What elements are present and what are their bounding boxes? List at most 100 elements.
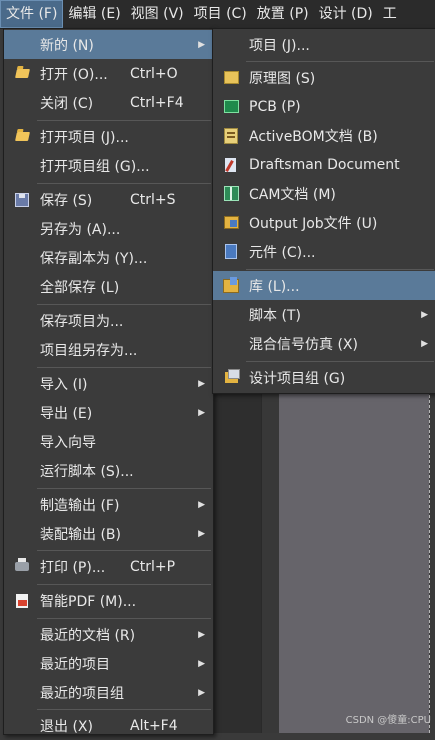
submenu-arrow-icon: ▶ <box>421 309 428 320</box>
submenu-arrow-icon: ▶ <box>198 499 205 510</box>
shortcut-label: Ctrl+O <box>130 65 178 82</box>
menu-design[interactable]: 设计 (D) <box>314 0 378 28</box>
design-project-group-icon <box>224 369 240 383</box>
menu-item-export[interactable]: 导出 (E) ▶ <box>4 398 213 427</box>
open-project-icon <box>14 132 30 141</box>
watermark: CSDN @傻童:CPU <box>345 715 431 726</box>
menu-item-new-design-project-group[interactable]: 设计项目组 (G) <box>213 363 435 392</box>
menu-separator <box>246 269 434 270</box>
menu-separator <box>37 550 211 551</box>
menu-separator <box>246 361 434 362</box>
menu-file[interactable]: 文件 (F) <box>0 0 64 28</box>
menu-item-label: 打印 (P)... <box>40 559 106 576</box>
menu-item-smart-pdf[interactable]: 智能PDF (M)... <box>4 586 213 615</box>
menu-item-label: Output Job文件 (U) <box>249 215 378 232</box>
menu-item-new-library[interactable]: 库 (L)... <box>213 271 435 300</box>
menu-item-label: 打开项目 (J)... <box>40 129 129 146</box>
menu-item-label: ActiveBOM文档 (B) <box>249 128 378 145</box>
menu-separator <box>37 304 211 305</box>
menu-item-label: 最近的文档 (R) <box>40 627 136 644</box>
menu-item-label: 脚本 (T) <box>249 307 301 324</box>
menu-item-label: 运行脚本 (S)... <box>40 463 134 480</box>
menu-item-new-script[interactable]: 脚本 (T) ▶ <box>213 300 435 329</box>
file-menu: 新的 (N) ▶ 打开 (O)... Ctrl+O 关闭 (C) Ctrl+F4… <box>3 28 214 735</box>
output-job-icon <box>223 216 239 229</box>
menu-item-label: 导出 (E) <box>40 405 93 422</box>
library-icon <box>223 276 239 293</box>
save-icon <box>15 192 29 207</box>
menu-item-label: 智能PDF (M)... <box>40 593 137 610</box>
menu-item-save-copy-as[interactable]: 保存副本为 (Y)... <box>4 243 213 272</box>
menu-item-label: 项目 (J)... <box>249 37 310 54</box>
menu-item-label: CAM文档 (M) <box>249 186 336 203</box>
menu-separator <box>246 61 434 62</box>
menu-item-label: 设计项目组 (G) <box>249 370 346 387</box>
menu-item-label: 保存副本为 (Y)... <box>40 250 148 267</box>
menu-item-run-script[interactable]: 运行脚本 (S)... <box>4 456 213 485</box>
menu-item-open-project-group[interactable]: 打开项目组 (G)... <box>4 151 213 180</box>
new-submenu: 项目 (J)... 原理图 (S) PCB (P) ActiveBOM文档 (B… <box>212 28 435 394</box>
menu-item-new-component[interactable]: 元件 (C)... <box>213 237 435 266</box>
menu-item-label: 关闭 (C) <box>40 95 94 112</box>
menu-item-new-schematic[interactable]: 原理图 (S) <box>213 63 435 92</box>
component-icon <box>225 244 237 259</box>
menu-view[interactable]: 视图 (V) <box>126 0 189 28</box>
menu-item-exit[interactable]: 退出 (X) Alt+F4 <box>4 711 213 740</box>
design-canvas[interactable] <box>279 390 429 733</box>
menu-item-label: PCB (P) <box>249 98 301 115</box>
shortcut-label: Ctrl+S <box>130 191 176 208</box>
submenu-arrow-icon: ▶ <box>198 407 205 418</box>
menu-item-new-activebom[interactable]: ActiveBOM文档 (B) <box>213 121 435 150</box>
menu-item-new-output-job[interactable]: Output Job文件 (U) <box>213 208 435 237</box>
menu-place[interactable]: 放置 (P) <box>252 0 314 28</box>
menu-separator <box>37 120 211 121</box>
menu-item-label: 保存项目为... <box>40 313 124 330</box>
menu-item-new-mixed-sim[interactable]: 混合信号仿真 (X) ▶ <box>213 329 435 358</box>
menu-separator <box>37 367 211 368</box>
menu-tools[interactable]: 工 <box>378 0 402 28</box>
menu-item-label: 导入向导 <box>40 434 96 451</box>
menu-item-fabrication-outputs[interactable]: 制造输出 (F) ▶ <box>4 490 213 519</box>
panel-strip <box>213 390 261 733</box>
menu-item-label: 全部保存 (L) <box>40 279 120 296</box>
menu-separator <box>37 709 211 710</box>
menu-item-import[interactable]: 导入 (I) ▶ <box>4 369 213 398</box>
activebom-icon <box>224 127 238 144</box>
menu-item-new-pcb[interactable]: PCB (P) <box>213 92 435 121</box>
menu-item-label: 最近的项目 <box>40 656 110 673</box>
menu-item-label: 保存 (S) <box>40 192 93 209</box>
menu-item-open-project[interactable]: 打开项目 (J)... <box>4 122 213 151</box>
menu-project[interactable]: 项目 (C) <box>189 0 252 28</box>
menu-item-recent-project-groups[interactable]: 最近的项目组 ▶ <box>4 678 213 707</box>
pcb-icon <box>223 100 239 113</box>
menu-edit[interactable]: 编辑 (E) <box>63 0 125 28</box>
menu-item-label: 装配输出 (B) <box>40 526 121 543</box>
menu-item-label: 打开项目组 (G)... <box>40 158 150 175</box>
menu-item-label: 打开 (O)... <box>40 66 108 83</box>
menu-item-new-project[interactable]: 项目 (J)... <box>213 30 435 59</box>
canvas-edge <box>429 390 435 733</box>
menu-item-label: 新的 (N) <box>40 37 94 54</box>
menu-item-new-cam[interactable]: CAM文档 (M) <box>213 179 435 208</box>
menu-item-save-all[interactable]: 全部保存 (L) <box>4 272 213 301</box>
menu-item-recent-documents[interactable]: 最近的文档 (R) ▶ <box>4 620 213 649</box>
menu-item-print[interactable]: 打印 (P)... Ctrl+P <box>4 552 213 581</box>
menu-item-label: 导入 (I) <box>40 376 88 393</box>
menu-item-import-wizard[interactable]: 导入向导 <box>4 427 213 456</box>
menu-item-new-draftsman[interactable]: Draftsman Document <box>213 150 435 179</box>
menu-item-new[interactable]: 新的 (N) ▶ <box>4 30 213 59</box>
menu-item-recent-projects[interactable]: 最近的项目 ▶ <box>4 649 213 678</box>
schematic-icon <box>223 71 239 84</box>
menu-item-label: 混合信号仿真 (X) <box>249 336 358 353</box>
submenu-arrow-icon: ▶ <box>198 528 205 539</box>
menu-item-save[interactable]: 保存 (S) Ctrl+S <box>4 185 213 214</box>
menu-separator <box>37 488 211 489</box>
menu-item-save-as[interactable]: 另存为 (A)... <box>4 214 213 243</box>
menu-item-label: 原理图 (S) <box>249 70 316 87</box>
menu-item-save-project-as[interactable]: 保存项目为... <box>4 306 213 335</box>
menu-item-close[interactable]: 关闭 (C) Ctrl+F4 <box>4 88 213 117</box>
menu-item-assembly-outputs[interactable]: 装配输出 (B) ▶ <box>4 519 213 548</box>
menu-item-label: 最近的项目组 <box>40 685 124 702</box>
menu-item-save-project-group-as[interactable]: 项目组另存为... <box>4 335 213 364</box>
menu-item-open[interactable]: 打开 (O)... Ctrl+O <box>4 59 213 88</box>
